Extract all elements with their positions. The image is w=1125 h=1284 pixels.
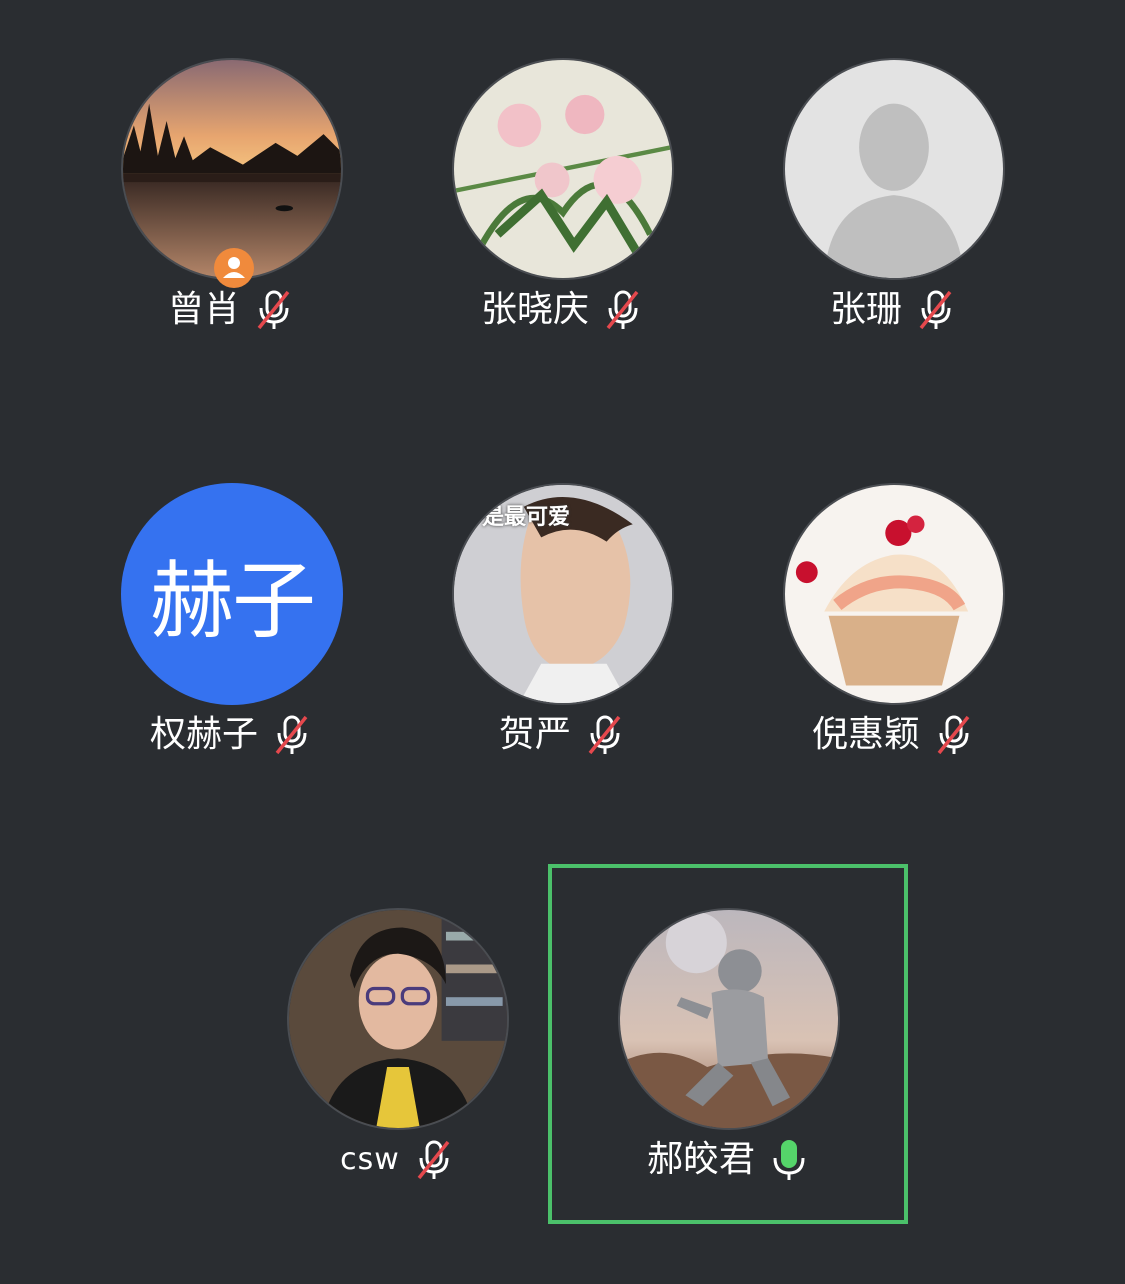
participant-label: 贺严 — [397, 711, 727, 759]
participant-label: 张珊 — [728, 286, 1058, 334]
host-badge — [214, 248, 254, 288]
participant-label: csw — [232, 1136, 562, 1184]
avatar — [618, 908, 840, 1130]
avatar — [287, 908, 509, 1130]
participant-tile[interactable]: 曾肖 — [66, 58, 396, 418]
avatar — [783, 483, 1005, 705]
mic-muted-icon — [588, 715, 621, 755]
participant-tile[interactable]: 倪惠颖 — [728, 483, 1058, 843]
participant-tile[interactable]: 是最可爱 贺严 — [397, 483, 727, 843]
avatar: 赫子 — [121, 483, 343, 705]
avatar-caption: 是最可爱 — [482, 505, 571, 530]
mic-muted-icon — [257, 290, 290, 330]
default-avatar-icon — [785, 60, 1003, 278]
avatar: 是最可爱 — [452, 483, 674, 705]
mic-muted-icon — [919, 290, 952, 330]
participant-name: 张晓庆 — [480, 289, 589, 330]
participant-label: 倪惠颖 — [728, 711, 1058, 759]
participant-label: 权赫子 — [66, 711, 396, 759]
participant-name: 郝皎君 — [646, 1139, 755, 1180]
participant-tile[interactable]: csw — [232, 908, 562, 1268]
participant-name: csw — [340, 1142, 400, 1177]
mic-muted-icon — [606, 290, 639, 330]
participant-name: 贺严 — [498, 714, 571, 755]
participant-label: 郝皎君 — [563, 1136, 893, 1184]
mic-muted-icon — [417, 1140, 450, 1180]
participant-tile[interactable]: 郝皎君 — [563, 908, 893, 1268]
participant-label: 张晓庆 — [397, 286, 727, 334]
avatar — [121, 58, 343, 280]
participant-tile[interactable]: 张珊 — [728, 58, 1058, 418]
mic-speaking-icon — [773, 1140, 805, 1180]
participant-name: 权赫子 — [149, 714, 258, 755]
participant-tile[interactable]: 张晓庆 — [397, 58, 727, 418]
participant-tile[interactable]: 赫子 权赫子 — [66, 483, 396, 843]
mic-muted-icon — [937, 715, 970, 755]
mic-muted-icon — [275, 715, 308, 755]
participant-label: 曾肖 — [66, 286, 396, 334]
avatar — [452, 58, 674, 280]
participant-name: 张珊 — [829, 289, 902, 330]
participant-name: 倪惠颖 — [811, 714, 920, 755]
avatar-text: 赫子 — [121, 483, 343, 705]
participant-name: 曾肖 — [167, 289, 240, 330]
person-icon — [223, 257, 245, 278]
avatar — [783, 58, 1005, 280]
